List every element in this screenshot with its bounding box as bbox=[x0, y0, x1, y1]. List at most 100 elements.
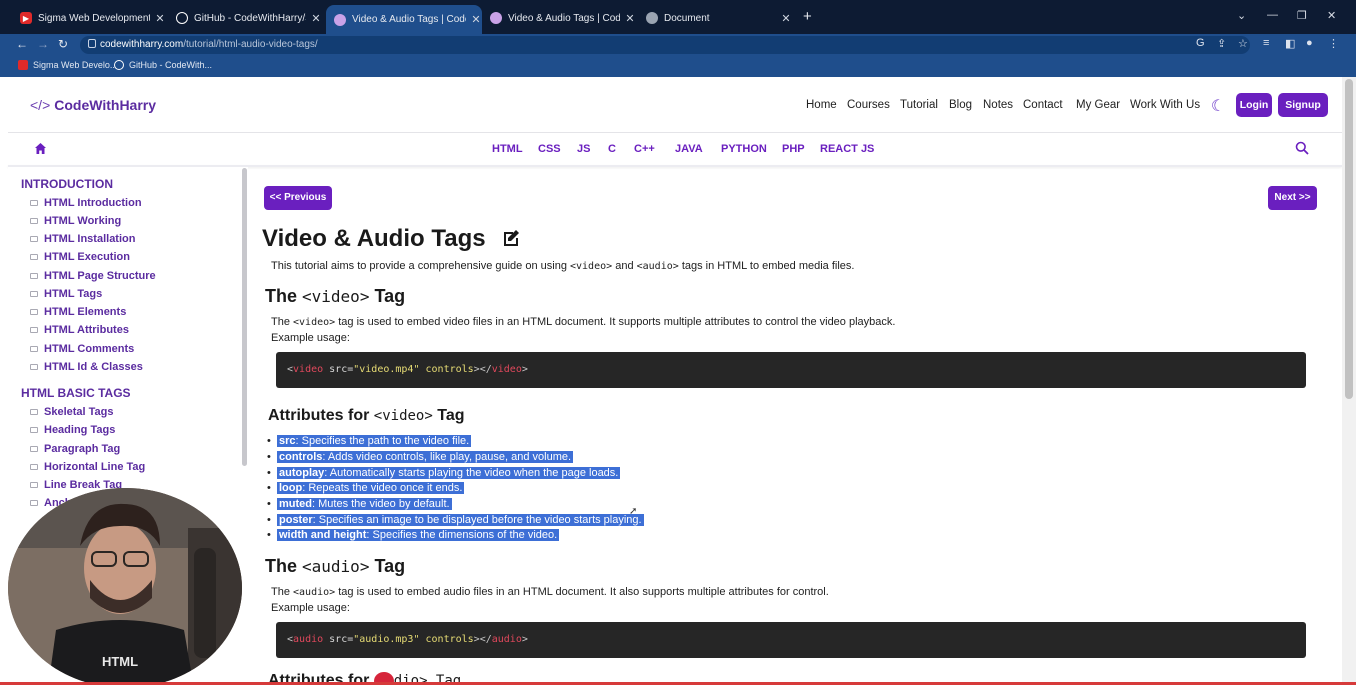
profile-icon[interactable]: ● bbox=[1306, 37, 1313, 49]
search-icon[interactable] bbox=[1295, 141, 1309, 155]
nav-tutorial[interactable]: Tutorial bbox=[900, 99, 938, 111]
google-icon[interactable]: G bbox=[1196, 37, 1205, 49]
tab-search-icon[interactable]: ⌄ bbox=[1237, 9, 1246, 22]
lang-html[interactable]: HTML bbox=[492, 143, 523, 155]
browser-tab-3-active[interactable]: Video & Audio Tags | CodeWith ✕ bbox=[326, 5, 482, 34]
audio-code-block[interactable]: <audio src="audio.mp3" controls></audio> bbox=[276, 622, 1306, 658]
nav-work-with-us[interactable]: Work With Us bbox=[1130, 99, 1200, 111]
previous-button[interactable]: << Previous bbox=[264, 186, 332, 210]
menu-icon[interactable]: ⋮ bbox=[1328, 37, 1339, 50]
lang-python[interactable]: PYTHON bbox=[721, 143, 767, 155]
text: tag is used to embed video files in an H… bbox=[335, 316, 896, 328]
inline-code: <audio> bbox=[293, 587, 336, 598]
restore-icon[interactable]: ❐ bbox=[1297, 9, 1307, 22]
login-button[interactable]: Login bbox=[1236, 93, 1272, 117]
sidebar-scrollbar[interactable] bbox=[242, 168, 247, 466]
bullet-icon: • bbox=[267, 514, 271, 526]
bookmark-1[interactable]: Sigma Web Develo... bbox=[18, 60, 117, 70]
signup-button[interactable]: Signup bbox=[1278, 93, 1328, 117]
browser-tab-2[interactable]: GitHub - CodeWithHarry/Sigma ✕ bbox=[170, 7, 322, 29]
sidebar-item-horizontal-line-tag[interactable]: Horizontal Line Tag bbox=[30, 461, 145, 473]
lang-css[interactable]: CSS bbox=[538, 143, 561, 155]
sidebar-item-label: Paragraph Tag bbox=[44, 443, 121, 455]
sidebar-item-html-elements[interactable]: HTML Elements bbox=[30, 306, 126, 318]
home-icon[interactable] bbox=[34, 142, 47, 155]
selected-text[interactable]: src: Specifies the path to the video fil… bbox=[277, 435, 472, 447]
close-icon[interactable]: ✕ bbox=[624, 12, 636, 25]
next-button[interactable]: Next >> bbox=[1268, 186, 1317, 210]
text: The bbox=[271, 316, 294, 328]
lang-react-js[interactable]: REACT JS bbox=[820, 143, 874, 155]
video-code-block[interactable]: <video src="video.mp4" controls></video> bbox=[276, 352, 1306, 388]
code-token: ></ bbox=[473, 364, 492, 375]
star-icon[interactable]: ☆ bbox=[1238, 37, 1248, 50]
page-scrollbar[interactable] bbox=[1342, 77, 1356, 685]
nav-courses[interactable]: Courses bbox=[847, 99, 890, 111]
nav-contact[interactable]: Contact bbox=[1023, 99, 1063, 111]
sidebar-item-html-working[interactable]: HTML Working bbox=[30, 215, 121, 227]
new-tab-icon[interactable]: + bbox=[803, 8, 812, 25]
page-title: Video & Audio Tags bbox=[262, 225, 486, 252]
nav-home[interactable]: Home bbox=[806, 99, 837, 111]
browser-tab-5[interactable]: Document ✕ bbox=[640, 7, 792, 29]
edit-icon[interactable] bbox=[501, 228, 521, 248]
sidebar-item-html-introduction[interactable]: HTML Introduction bbox=[30, 197, 142, 209]
forward-icon[interactable]: → bbox=[37, 37, 49, 51]
example-usage-label: Example usage: bbox=[271, 332, 350, 344]
browser-tab-4[interactable]: Video & Audio Tags | CodeWith ✕ bbox=[484, 7, 636, 29]
code-token: src= bbox=[323, 634, 354, 645]
attr-name: loop bbox=[279, 482, 303, 494]
back-icon[interactable]: ← bbox=[16, 37, 28, 51]
url-bar[interactable]: codewithharry.com/tutorial/html-audio-vi… bbox=[80, 36, 1250, 54]
lock-icon[interactable] bbox=[88, 39, 96, 48]
reload-icon[interactable]: ↻ bbox=[58, 37, 68, 51]
close-icon[interactable]: ✕ bbox=[780, 12, 792, 25]
side-panel-icon[interactable]: ◧ bbox=[1285, 37, 1295, 50]
sidebar-item-skeletal-tags[interactable]: Skeletal Tags bbox=[30, 406, 114, 418]
sidebar-item-html-installation[interactable]: HTML Installation bbox=[30, 233, 135, 245]
book-icon bbox=[30, 446, 38, 452]
window-close-icon[interactable]: ✕ bbox=[1327, 9, 1336, 22]
code-token: > bbox=[521, 634, 528, 645]
selected-text[interactable]: width and height: Specifies the dimensio… bbox=[277, 529, 560, 541]
nav-blog[interactable]: Blog bbox=[949, 99, 972, 111]
close-icon[interactable]: ✕ bbox=[310, 12, 322, 25]
site-logo[interactable]: </> CodeWithHarry bbox=[30, 97, 156, 113]
sidebar-item-heading-tags[interactable]: Heading Tags bbox=[30, 424, 115, 436]
webcam-overlay: HTML bbox=[8, 488, 242, 685]
scrollbar-thumb[interactable] bbox=[1345, 79, 1353, 399]
sidebar-item-html-comments[interactable]: HTML Comments bbox=[30, 343, 134, 355]
inline-code: <video> bbox=[293, 317, 336, 328]
reading-list-icon[interactable]: ≡ bbox=[1263, 37, 1269, 49]
sidebar-item-html-execution[interactable]: HTML Execution bbox=[30, 251, 130, 263]
sidebar-item-paragraph-tag[interactable]: Paragraph Tag bbox=[30, 443, 120, 455]
lang-c[interactable]: C bbox=[608, 143, 616, 155]
minimize-icon[interactable]: — bbox=[1267, 9, 1278, 21]
selected-text[interactable]: poster: Specifies an image to be display… bbox=[277, 514, 644, 526]
bookmark-2[interactable]: GitHub - CodeWith... bbox=[114, 60, 212, 70]
nav-notes[interactable]: Notes bbox=[983, 99, 1013, 111]
share-icon[interactable]: ⇪ bbox=[1217, 37, 1226, 50]
sidebar-item-html-id-classes[interactable]: HTML Id & Classes bbox=[30, 361, 143, 373]
sidebar-item-html-tags[interactable]: HTML Tags bbox=[30, 288, 102, 300]
selected-text[interactable]: loop: Repeats the video once it ends. bbox=[277, 482, 465, 494]
lang-php[interactable]: PHP bbox=[782, 143, 805, 155]
browser-tab-1[interactable]: ▶ Sigma Web Development Cours ✕ bbox=[14, 7, 166, 29]
dark-mode-moon-icon[interactable]: ☾ bbox=[1208, 97, 1228, 117]
lang-js[interactable]: JS bbox=[577, 143, 590, 155]
tab-title: GitHub - CodeWithHarry/Sigma bbox=[194, 12, 306, 24]
lang-java[interactable]: JAVA bbox=[675, 143, 703, 155]
github-icon bbox=[176, 12, 188, 24]
sidebar-item-html-attributes[interactable]: HTML Attributes bbox=[30, 324, 129, 336]
book-icon bbox=[30, 254, 38, 260]
close-icon[interactable]: ✕ bbox=[154, 12, 166, 25]
lang-cpp[interactable]: C++ bbox=[634, 143, 655, 155]
selected-text[interactable]: autoplay: Automatically starts playing t… bbox=[277, 467, 621, 479]
selected-text[interactable]: muted: Mutes the video by default. bbox=[277, 498, 452, 510]
nav-my-gear[interactable]: My Gear bbox=[1076, 99, 1120, 111]
close-icon[interactable]: ✕ bbox=[470, 13, 482, 26]
sidebar-item-html-page-structure[interactable]: HTML Page Structure bbox=[30, 270, 156, 282]
selected-text[interactable]: controls: Adds video controls, like play… bbox=[277, 451, 574, 463]
book-icon bbox=[30, 464, 38, 470]
audio-tag-heading: The <audio> Tag bbox=[265, 556, 405, 577]
